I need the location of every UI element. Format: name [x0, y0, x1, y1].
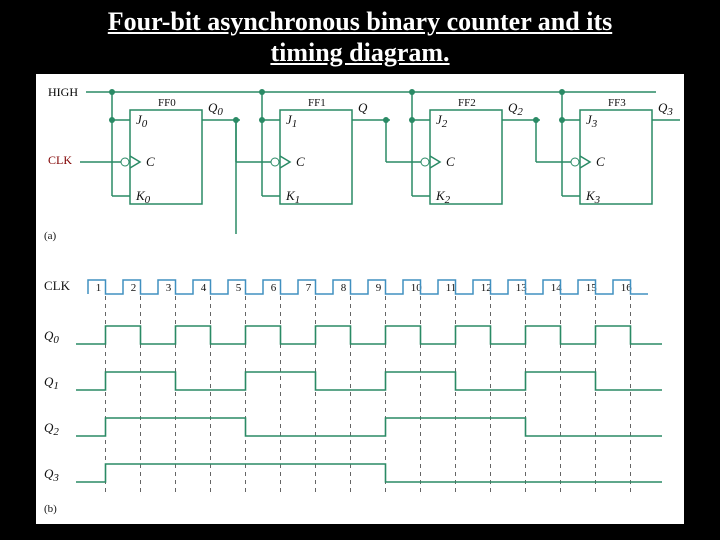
svg-text:6: 6 — [271, 282, 277, 294]
svg-text:4: 4 — [201, 282, 207, 294]
timing-diagram: CLK 12345678910111213141516 Q0Q1Q2Q3 (b) — [44, 278, 662, 515]
flipflop-group: FF0 J0 C K0 Q0 FF1 J1 C K1 Q — [109, 89, 680, 234]
svg-text:FF1: FF1 — [308, 97, 326, 109]
svg-text:5: 5 — [236, 282, 242, 294]
timing-clk-label: CLK — [44, 278, 71, 293]
svg-text:C: C — [446, 154, 455, 169]
svg-text:2: 2 — [131, 282, 137, 294]
svg-text:7: 7 — [306, 282, 312, 294]
title-line2: timing diagram. — [270, 38, 449, 67]
diagram-svg: HIGH CLK FF0 J0 C K0 Q0 FF1 J1 C — [36, 74, 684, 524]
svg-text:3: 3 — [166, 282, 172, 294]
svg-text:Q0: Q0 — [208, 100, 223, 118]
label-high: HIGH — [48, 85, 78, 99]
svg-text:Q2: Q2 — [44, 420, 59, 438]
svg-text:Q0: Q0 — [44, 328, 59, 346]
svg-text:C: C — [146, 154, 155, 169]
diagram-panel: HIGH CLK FF0 J0 C K0 Q0 FF1 J1 C — [36, 74, 684, 524]
svg-text:Q3: Q3 — [658, 100, 673, 118]
label-part-b: (b) — [44, 503, 57, 515]
svg-text:9: 9 — [376, 282, 382, 294]
svg-text:Q: Q — [358, 100, 368, 115]
page-title: Four-bit asynchronous binary counter and… — [0, 0, 720, 70]
svg-text:C: C — [596, 154, 605, 169]
svg-text:FF3: FF3 — [608, 97, 626, 109]
svg-text:Q3: Q3 — [44, 466, 59, 484]
svg-text:FF2: FF2 — [458, 97, 476, 109]
title-line1: Four-bit asynchronous binary counter and… — [108, 7, 612, 36]
svg-text:Q1: Q1 — [44, 374, 59, 392]
svg-text:C: C — [296, 154, 305, 169]
svg-text:1: 1 — [96, 282, 102, 294]
svg-text:8: 8 — [341, 282, 347, 294]
label-clk: CLK — [48, 153, 72, 167]
label-part-a: (a) — [44, 230, 57, 242]
svg-text:FF0: FF0 — [158, 97, 176, 109]
svg-text:Q2: Q2 — [508, 100, 523, 118]
svg-text:11: 11 — [446, 282, 457, 294]
